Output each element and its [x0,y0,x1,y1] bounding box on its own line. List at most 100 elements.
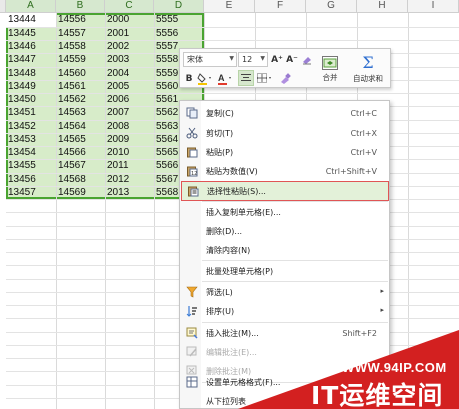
cell-c2[interactable]: 2001 [105,27,154,41]
menu-item-paste-special[interactable]: 选择性粘贴(S)... [181,181,389,201]
cell-d14[interactable]: 5568 [154,186,180,200]
column-header-h[interactable]: H [357,0,408,13]
menu-item-label: 筛选(L) [206,288,233,297]
merge-button[interactable]: 合并 [316,51,344,87]
cell-a11[interactable]: 13454 [6,146,56,160]
cell-d2[interactable]: 5556 [154,27,180,41]
cell-c8[interactable]: 2007 [105,106,154,120]
cell-d13[interactable]: 5567 [154,173,180,187]
cell-b14[interactable]: 14569 [56,186,105,200]
cell-b5[interactable]: 14560 [56,67,105,81]
cell-a5[interactable]: 13448 [6,67,56,81]
column-header-f[interactable]: F [255,0,306,13]
cell-c12[interactable]: 2011 [105,159,154,173]
cell-d5[interactable]: 5559 [154,67,180,81]
cell-c13[interactable]: 2012 [105,173,154,187]
column-header-d[interactable]: D [154,0,204,13]
shrink-font-button[interactable]: A⁻ [285,52,299,67]
cell-b2[interactable]: 14557 [56,27,105,41]
cell-b4[interactable]: 14559 [56,53,105,67]
cell-d8[interactable]: 5562 [154,106,180,120]
cell-b9[interactable]: 14564 [56,120,105,134]
menu-item-clear-contents[interactable]: 清除内容(N) [181,241,389,261]
cell-d4[interactable]: 5558 [154,53,180,67]
format-painter-icon [281,72,291,84]
menu-separator [202,201,388,202]
cell-a4[interactable]: 13447 [6,53,56,67]
menu-item-filter[interactable]: 筛选(L) ▸ [181,283,389,303]
column-header-g[interactable]: G [306,0,357,13]
cell-b1[interactable]: 14556 [56,13,105,27]
cell-c7[interactable]: 2006 [105,93,154,107]
cell-b12[interactable]: 14567 [56,159,105,173]
column-header-a[interactable]: A [6,0,56,13]
menu-item-insert-copied-cells[interactable]: 插入复制单元格(E)... [181,203,389,223]
cell-a10[interactable]: 13453 [6,133,56,147]
cell-b7[interactable]: 14562 [56,93,105,107]
cell-d7[interactable]: 5561 [154,93,180,107]
borders-button[interactable] [256,71,274,86]
cell-a14[interactable]: 13457 [6,186,56,200]
paste-icon [185,146,198,159]
cell-a9[interactable]: 13452 [6,120,56,134]
paint-bucket-icon [197,73,211,85]
cell-d11[interactable]: 5565 [154,146,180,160]
menu-item-copy[interactable]: 复制(C) Ctrl+C [181,104,389,124]
font-name-select[interactable]: 宋体 ▼ [183,52,237,67]
menu-item-paste-values[interactable]: 12 粘贴为数值(V) Ctrl+Shift+V [181,162,389,182]
cell-a6[interactable]: 13449 [6,80,56,94]
font-size-value: 12 [242,55,253,64]
cell-a2[interactable]: 13445 [6,27,56,41]
cell-a12[interactable]: 13455 [6,159,56,173]
cell-d10[interactable]: 5564 [154,133,180,147]
eraser-icon[interactable] [301,52,313,67]
cell-c5[interactable]: 2004 [105,67,154,81]
menu-item-sort[interactable]: 排序(U) ▸ [181,302,389,322]
menu-item-label: 批量处理单元格(P) [206,267,274,276]
submenu-arrow-icon: ▸ [380,306,384,314]
cell-c11[interactable]: 2010 [105,146,154,160]
cell-a8[interactable]: 13451 [6,106,56,120]
font-size-select[interactable]: 12 ▼ [238,52,268,67]
menu-item-batch-process[interactable]: 批量处理单元格(P) [181,262,389,282]
font-color-swatch [218,83,227,85]
column-header-c[interactable]: C [105,0,154,13]
column-header-e[interactable]: E [204,0,255,13]
submenu-arrow-icon: ▸ [380,287,384,295]
cell-d3[interactable]: 5557 [154,40,180,54]
cell-a13[interactable]: 13456 [6,173,56,187]
cell-d12[interactable]: 5566 [154,159,180,173]
cell-c1[interactable]: 2000 [105,13,154,27]
cell-a1[interactable]: 13444 [6,13,56,27]
fill-color-button[interactable] [196,71,214,86]
font-color-icon: A [218,73,231,85]
column-header-b[interactable]: B [56,0,105,13]
cell-d6[interactable]: 5560 [154,80,180,94]
bold-button[interactable]: B [183,71,195,86]
cell-c10[interactable]: 2009 [105,133,154,147]
cell-c4[interactable]: 2003 [105,53,154,67]
autosum-button[interactable]: Σ 自动求和 [346,51,390,87]
cell-c9[interactable]: 2008 [105,120,154,134]
cell-b13[interactable]: 14568 [56,173,105,187]
cell-d1[interactable]: 5555 [154,13,180,27]
cell-b6[interactable]: 14561 [56,80,105,94]
cell-c6[interactable]: 2005 [105,80,154,94]
font-color-button[interactable]: A [216,71,234,86]
menu-item-cut[interactable]: 剪切(T) Ctrl+X [181,124,389,144]
cell-b8[interactable]: 14563 [56,106,105,120]
menu-item-paste[interactable]: 粘贴(P) Ctrl+V [181,143,389,163]
cell-b3[interactable]: 14558 [56,40,105,54]
column-header-i[interactable]: I [408,0,459,13]
cell-b10[interactable]: 14565 [56,133,105,147]
grow-font-button[interactable]: A⁺ [270,52,284,67]
cell-c3[interactable]: 2002 [105,40,154,54]
cell-b11[interactable]: 14566 [56,146,105,160]
cell-a7[interactable]: 13450 [6,93,56,107]
cell-c14[interactable]: 2013 [105,186,154,200]
format-painter-button[interactable] [277,71,293,86]
cell-d9[interactable]: 5563 [154,120,180,134]
menu-item-delete[interactable]: 删除(D)... [181,222,389,242]
center-align-button[interactable] [238,70,254,86]
cell-a3[interactable]: 13446 [6,40,56,54]
